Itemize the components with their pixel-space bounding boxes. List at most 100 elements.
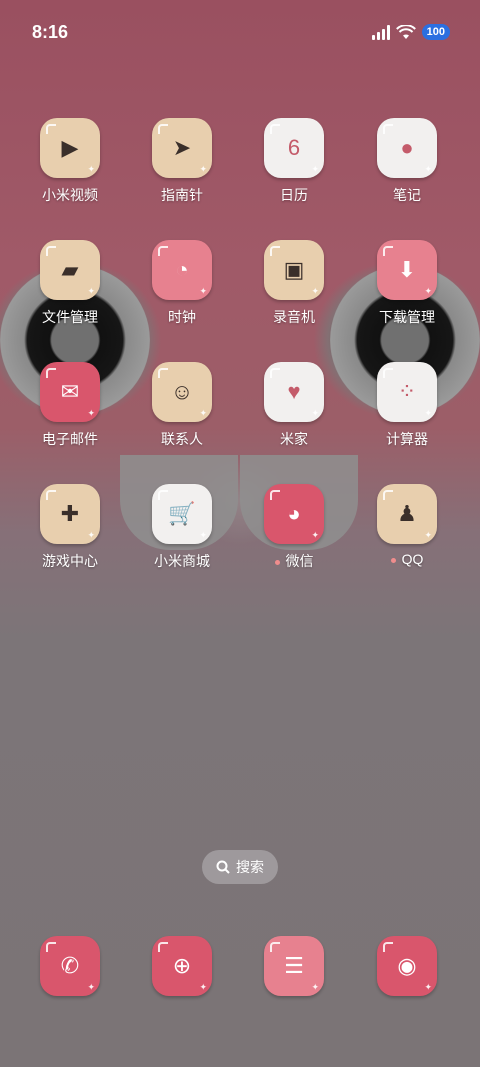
app-mail[interactable]: ✉ 电子邮件 [14,362,126,449]
video-icon: ▶ [40,118,100,178]
app-clock[interactable]: ◔ 时钟 [126,240,238,327]
app-label: 小米商城 [126,551,238,571]
browser-icon-glyph: ⊕ [172,953,192,978]
camera-icon: ◉ [377,936,437,996]
folder-icon-glyph: ▰ [61,257,79,282]
search-button[interactable]: 搜索 [202,850,278,884]
video-icon-glyph: ▶ [61,135,79,160]
app-video[interactable]: ▶ 小米视频 [14,118,126,205]
download-icon-glyph: ⬇ [397,257,417,282]
signal-icon [371,24,390,40]
dock-browser[interactable]: ⊕ [126,936,238,996]
dock-phone[interactable]: ✆ [14,936,126,996]
app-label-text: 小米商城 [154,553,210,569]
app-calendar[interactable]: 6 日历 [238,118,350,205]
app-wechat[interactable]: ◕ 微信 [238,484,350,571]
qq-icon-glyph: ♟ [397,501,417,526]
wechat-icon: ◕ [264,484,324,544]
app-label: 录音机 [238,307,350,327]
compass-icon-glyph: ➤ [172,135,192,160]
app-label: 计算器 [351,429,463,449]
app-label: QQ [351,551,463,567]
notes-icon-glyph: ● [400,135,414,160]
app-label-text: 文件管理 [42,309,98,325]
new-indicator-dot [274,559,280,565]
wechat-icon-glyph: ◕ [287,501,301,526]
app-label: 日历 [238,185,350,205]
calendar-icon-glyph: 6 [287,135,301,160]
app-label-text: 计算器 [386,431,428,447]
search-label: 搜索 [236,859,264,875]
qq-icon: ♟ [377,484,437,544]
app-recorder[interactable]: ▣ 录音机 [238,240,350,327]
app-label: 指南针 [126,185,238,205]
browser-icon: ⊕ [152,936,212,996]
app-label: 米家 [238,429,350,449]
app-label-text: 下载管理 [379,309,435,325]
app-label-text: 米家 [280,431,308,447]
recorder-icon-glyph: ▣ [283,257,305,282]
app-gamepad[interactable]: ✚ 游戏中心 [14,484,126,571]
download-icon: ⬇ [377,240,437,300]
messages-icon: ☰ [264,936,324,996]
calculator-icon-glyph: ⁘ [397,379,417,404]
app-download[interactable]: ⬇ 下载管理 [351,240,463,327]
app-label: 笔记 [351,185,463,205]
app-label-text: QQ [401,551,424,567]
mijia-icon-glyph: ♥ [287,379,301,404]
status-icons: 100 [371,24,450,40]
app-label-text: 录音机 [273,309,315,325]
dock-messages[interactable]: ☰ [238,936,350,996]
app-cart[interactable]: 🛒 小米商城 [126,484,238,571]
mijia-icon: ♥ [264,362,324,422]
app-label-text: 微信 [285,553,314,569]
mail-icon: ✉ [40,362,100,422]
calendar-icon: 6 [264,118,324,178]
app-label: 下载管理 [351,307,463,327]
folder-icon: ▰ [40,240,100,300]
app-label-text: 日历 [280,187,308,203]
notes-icon: ● [377,118,437,178]
app-calculator[interactable]: ⁘ 计算器 [351,362,463,449]
clock-time: 8:16 [32,22,69,42]
app-label-text: 笔记 [393,187,421,203]
cart-icon-glyph: 🛒 [168,501,196,526]
app-label-text: 游戏中心 [42,553,98,569]
app-mijia[interactable]: ♥ 米家 [238,362,350,449]
app-label-text: 电子邮件 [42,431,98,447]
app-label: 小米视频 [14,185,126,205]
app-label-text: 联系人 [161,431,203,447]
battery-indicator: 100 [421,24,450,40]
cart-icon: 🛒 [152,484,212,544]
clock-icon-glyph: ◔ [175,257,189,282]
search-icon [216,860,230,874]
dock-camera[interactable]: ◉ [351,936,463,996]
camera-icon-glyph: ◉ [397,953,417,978]
messages-icon-glyph: ☰ [284,953,304,978]
gamepad-icon: ✚ [40,484,100,544]
gamepad-icon-glyph: ✚ [60,501,80,526]
app-label-text: 指南针 [161,187,203,203]
app-label: 文件管理 [14,307,126,327]
app-contacts[interactable]: ☺ 联系人 [126,362,238,449]
clock-icon: ◔ [152,240,212,300]
phone-icon-glyph: ✆ [60,953,80,978]
mail-icon-glyph: ✉ [60,379,80,404]
app-label-text: 时钟 [168,309,196,325]
app-label: 时钟 [126,307,238,327]
app-qq[interactable]: ♟ QQ [351,484,463,567]
status-bar: 8:16 100 [0,0,480,68]
recorder-icon: ▣ [264,240,324,300]
phone-icon: ✆ [40,936,100,996]
app-notes[interactable]: ● 笔记 [351,118,463,205]
contacts-icon-glyph: ☺ [170,379,194,404]
compass-icon: ➤ [152,118,212,178]
contacts-icon: ☺ [152,362,212,422]
calculator-icon: ⁘ [377,362,437,422]
app-label: 联系人 [126,429,238,449]
app-label: 微信 [238,551,350,571]
app-label: 游戏中心 [14,551,126,571]
app-compass[interactable]: ➤ 指南针 [126,118,238,205]
app-folder[interactable]: ▰ 文件管理 [14,240,126,327]
new-indicator-dot [390,557,396,563]
